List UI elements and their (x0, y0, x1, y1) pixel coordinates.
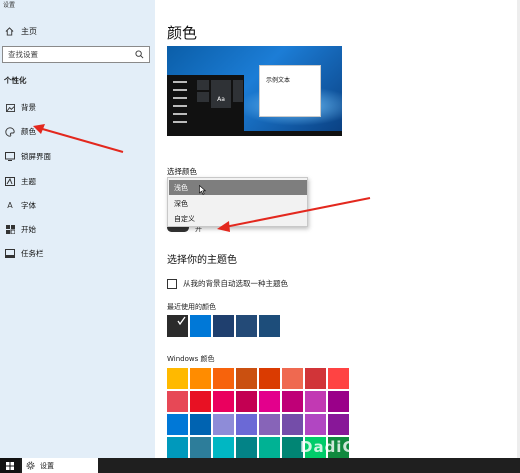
windows-color-swatch[interactable] (167, 368, 188, 389)
font-icon: A (7, 201, 13, 210)
image-icon (5, 103, 15, 113)
search-placeholder: 查找设置 (8, 50, 38, 59)
windows-color-swatch[interactable] (305, 391, 326, 412)
watermark: DadiGhost.com (300, 438, 442, 456)
recent-color-swatch[interactable] (259, 315, 280, 337)
recent-color-swatch[interactable] (190, 315, 211, 337)
accent-color-heading: 选择你的主题色 (167, 255, 237, 266)
windows-color-swatch[interactable] (328, 414, 349, 435)
windows-color-swatch[interactable] (282, 414, 303, 435)
windows-colors-label: Windows 颜色 (167, 355, 215, 363)
windows-color-swatch[interactable] (167, 391, 188, 412)
sidebar-item-themes[interactable]: 主题 (5, 176, 36, 187)
windows-color-swatch[interactable] (259, 414, 280, 435)
windows-color-swatch[interactable] (190, 391, 211, 412)
preview-start-menu (167, 75, 244, 136)
windows-color-swatch[interactable] (213, 391, 234, 412)
sidebar-item-label: 开始 (21, 225, 36, 234)
windows-color-swatch[interactable] (282, 391, 303, 412)
settings-sidebar: 设置 主页 查找设置 个性化 背景 颜色 锁屏界面 主题 A 字体 开始 任务栏 (0, 0, 155, 458)
windows-color-swatch[interactable] (213, 368, 234, 389)
windows-color-swatch[interactable] (167, 437, 188, 458)
check-icon (177, 316, 186, 326)
sidebar-item-background[interactable]: 背景 (5, 102, 36, 113)
auto-accent-checkbox[interactable]: 从我的背景自动选取一种主题色 (167, 278, 288, 289)
palette-icon (5, 126, 15, 137)
sidebar-item-label: 任务栏 (21, 249, 44, 258)
sidebar-item-label: 背景 (21, 103, 36, 112)
windows-color-swatch[interactable] (259, 368, 280, 389)
search-icon (135, 50, 144, 59)
checkbox-box[interactable] (167, 278, 177, 289)
choose-color-label: 选择颜色 (167, 167, 197, 176)
recent-color-swatch[interactable] (167, 315, 188, 337)
sidebar-item-colors[interactable]: 颜色 (5, 126, 36, 137)
recent-colors (167, 315, 280, 337)
auto-accent-label: 从我的背景自动选取一种主题色 (183, 279, 288, 288)
windows-color-swatch[interactable] (236, 391, 257, 412)
recent-color-swatch[interactable] (213, 315, 234, 337)
preview-window: 示例文本 (259, 65, 321, 117)
mouse-cursor-icon (199, 185, 206, 195)
gear-icon (26, 461, 35, 470)
windows-color-swatch[interactable] (282, 368, 303, 389)
dropdown-option-light[interactable]: 浅色 (169, 180, 307, 195)
windows-color-swatch[interactable] (213, 437, 234, 458)
windows-color-swatch[interactable] (328, 368, 349, 389)
windows-color-swatch[interactable] (305, 414, 326, 435)
sidebar-home-label: 主页 (21, 27, 37, 36)
section-personalization: 个性化 (4, 76, 27, 85)
taskbar-app-label: 设置 (40, 461, 54, 470)
windows-color-swatch[interactable] (167, 414, 188, 435)
start-icon (5, 225, 15, 235)
windows-color-swatch[interactable] (236, 414, 257, 435)
recent-color-swatch[interactable] (236, 315, 257, 337)
sidebar-item-taskbar[interactable]: 任务栏 (5, 248, 44, 259)
start-button[interactable] (0, 458, 20, 473)
windows-color-swatch[interactable] (328, 391, 349, 412)
sidebar-item-label: 主题 (21, 177, 36, 186)
windows-color-swatch[interactable] (213, 414, 234, 435)
windows-color-swatch[interactable] (259, 391, 280, 412)
windows-color-swatch[interactable] (236, 368, 257, 389)
color-preview-image: Aa 示例文本 (167, 46, 342, 136)
windows-color-swatch[interactable] (190, 368, 211, 389)
sidebar-home[interactable]: 主页 (5, 26, 37, 37)
recent-colors-label: 最近使用的颜色 (167, 303, 216, 311)
sidebar-item-label: 字体 (21, 201, 36, 210)
home-icon (5, 27, 14, 36)
sidebar-item-fonts[interactable]: A 字体 (5, 200, 36, 211)
windows-color-swatch[interactable] (305, 368, 326, 389)
windows-color-swatch[interactable] (259, 437, 280, 458)
page-title: 颜色 (167, 24, 198, 42)
windows-color-swatch[interactable] (236, 437, 257, 458)
annotation-arrow-sidebar (33, 124, 124, 153)
theme-icon (5, 177, 15, 187)
sidebar-item-start[interactable]: 开始 (5, 224, 36, 235)
windows-taskbar: 设置 (0, 458, 520, 473)
windows-logo-icon (6, 461, 14, 470)
preview-tile: Aa (211, 90, 231, 108)
lock-screen-icon (5, 152, 15, 162)
preview-sample-text: 示例文本 (266, 77, 291, 84)
annotation-arrow-dropdown (217, 197, 371, 232)
window-title: 设置 (3, 2, 16, 9)
search-input[interactable]: 查找设置 (2, 46, 150, 63)
taskbar-settings-app[interactable]: 设置 (22, 458, 98, 473)
windows-color-swatch[interactable] (190, 414, 211, 435)
windows-color-swatch[interactable] (190, 437, 211, 458)
taskbar-icon (5, 249, 15, 259)
